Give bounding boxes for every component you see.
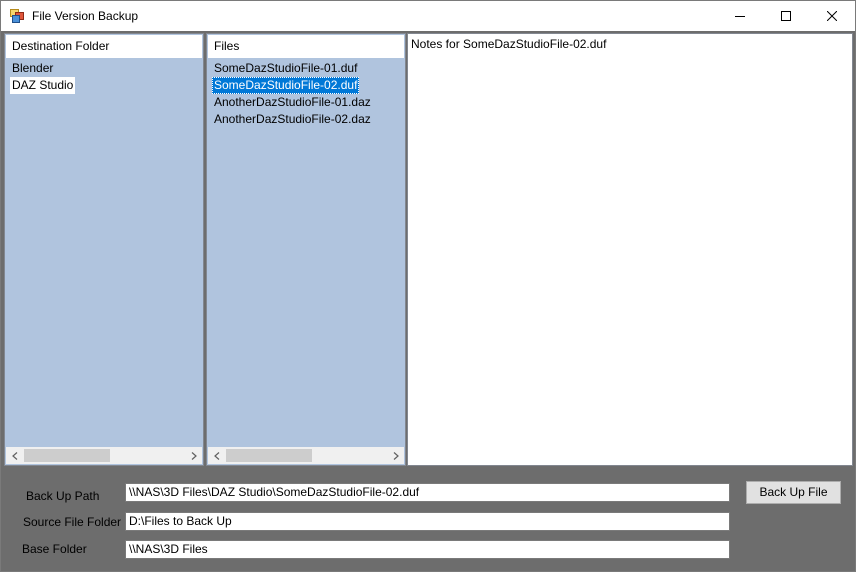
list-item[interactable]: SomeDazStudioFile-01.duf (212, 60, 359, 77)
base-folder-label: Base Folder (22, 542, 87, 556)
files-header[interactable]: Files (208, 35, 404, 58)
scroll-thumb[interactable] (24, 449, 110, 462)
scroll-right-button[interactable] (387, 447, 404, 464)
backup-path-label: Back Up Path (26, 489, 100, 503)
app-window: File Version Backup Destination Folder B… (0, 0, 856, 572)
scroll-left-button[interactable] (6, 447, 23, 464)
scroll-right-button[interactable] (185, 447, 202, 464)
chevron-left-icon (11, 449, 18, 463)
title-bar[interactable]: File Version Backup (1, 1, 855, 31)
maximize-icon (781, 11, 791, 21)
list-item[interactable]: AnotherDazStudioFile-01.daz (212, 94, 373, 111)
app-icon (10, 9, 24, 23)
chevron-right-icon (393, 449, 399, 463)
minimize-icon (735, 11, 745, 21)
backup-path-input[interactable]: \\NAS\3D Files\DAZ Studio\SomeDazStudioF… (125, 483, 730, 502)
backup-file-button[interactable]: Back Up File (746, 481, 841, 504)
maximize-button[interactable] (763, 1, 809, 31)
files-items: SomeDazStudioFile-01.duf SomeDazStudioFi… (212, 60, 402, 128)
list-item[interactable]: SomeDazStudioFile-02.duf (212, 77, 360, 94)
base-folder-input[interactable]: \\NAS\3D Files (125, 540, 730, 559)
files-list[interactable]: Files SomeDazStudioFile-01.duf SomeDazSt… (206, 33, 406, 466)
scroll-left-button[interactable] (208, 447, 225, 464)
destination-folder-header[interactable]: Destination Folder (6, 35, 202, 58)
horizontal-scrollbar[interactable] (208, 447, 404, 464)
horizontal-scrollbar[interactable] (6, 447, 202, 464)
close-icon (827, 11, 837, 21)
scroll-thumb[interactable] (226, 449, 312, 462)
destination-folder-list[interactable]: Destination Folder Blender DAZ Studio (4, 33, 204, 466)
minimize-button[interactable] (717, 1, 763, 31)
notes-textarea[interactable]: Notes for SomeDazStudioFile-02.duf (407, 33, 853, 466)
window-title: File Version Backup (32, 9, 139, 23)
list-item[interactable]: DAZ Studio (10, 77, 76, 94)
source-folder-label: Source File Folder (23, 515, 122, 529)
chevron-right-icon (191, 449, 197, 463)
destination-folder-items: Blender DAZ Studio (10, 60, 200, 94)
chevron-left-icon (213, 449, 220, 463)
close-button[interactable] (809, 1, 855, 31)
client-area: Destination Folder Blender DAZ Studio Fi… (1, 31, 855, 571)
list-item[interactable]: AnotherDazStudioFile-02.daz (212, 111, 373, 128)
list-item[interactable]: Blender (10, 60, 55, 77)
source-folder-input[interactable]: D:\Files to Back Up (125, 512, 730, 531)
